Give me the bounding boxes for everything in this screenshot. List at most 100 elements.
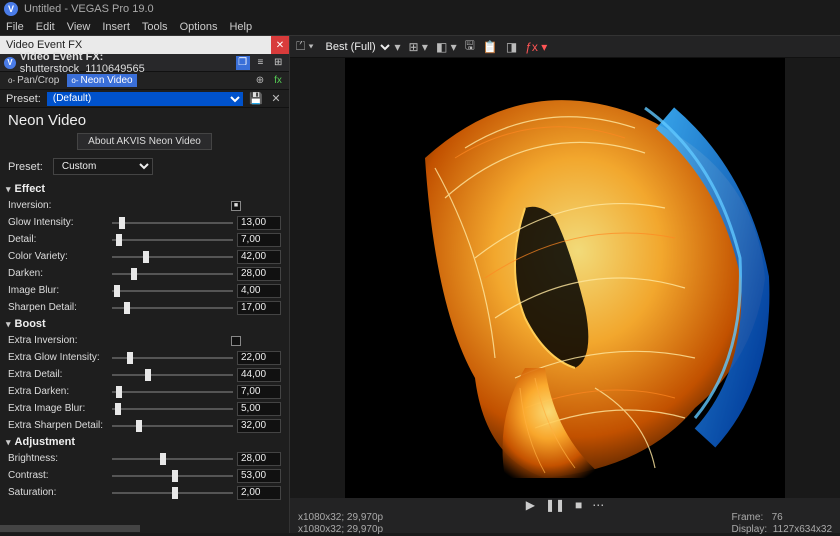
preview-overlay-icon[interactable]: ◧ ▾ xyxy=(436,40,457,54)
param-value-input[interactable] xyxy=(237,301,281,315)
plugin-preset-label: Preset: xyxy=(8,161,43,173)
param-label: Detail: xyxy=(8,234,108,245)
param-slider[interactable] xyxy=(112,234,233,246)
param-checkbox[interactable] xyxy=(231,336,241,346)
preview-statusbar: x1080x32; 29,970p x1080x32; 29,970p Fram… xyxy=(290,512,840,536)
fx-logo-icon: V xyxy=(4,57,16,69)
group-header-boost[interactable]: Boost xyxy=(0,316,289,332)
preset-select[interactable]: (Default) xyxy=(47,92,243,106)
preview-canvas xyxy=(290,58,840,498)
preview-fx-icon[interactable]: ƒx ▾ xyxy=(525,40,547,54)
param-label: Brightness: xyxy=(8,453,108,464)
param-value-input[interactable] xyxy=(237,452,281,466)
param-label: Extra Glow Intensity: xyxy=(8,352,108,363)
params-list: EffectInversion:Glow Intensity:Detail:Co… xyxy=(0,181,289,501)
param-boost-5: Extra Sharpen Detail: xyxy=(0,417,289,434)
param-value-input[interactable] xyxy=(237,216,281,230)
param-value-input[interactable] xyxy=(237,267,281,281)
param-label: Glow Intensity: xyxy=(8,217,108,228)
preview-image xyxy=(345,58,785,498)
param-effect-2: Detail: xyxy=(0,231,289,248)
param-effect-3: Color Variety: xyxy=(0,248,289,265)
param-value-input[interactable] xyxy=(237,385,281,399)
fx-header-label: Video Event FX: shutterstock_1110649565 xyxy=(20,51,228,75)
menu-tools[interactable]: Tools xyxy=(142,21,168,33)
chain-neonvideo[interactable]: o-Neon Video xyxy=(67,74,136,87)
param-slider[interactable] xyxy=(112,470,233,482)
menu-view[interactable]: View xyxy=(67,21,91,33)
preview-grid-icon[interactable]: ⊞ ▾ xyxy=(409,40,428,54)
param-value-input[interactable] xyxy=(237,402,281,416)
group-header-effect[interactable]: Effect xyxy=(0,181,289,197)
fx-menu-icon[interactable]: ≡ xyxy=(254,56,268,70)
param-slider[interactable] xyxy=(112,403,233,415)
stop-icon[interactable]: ■ xyxy=(575,498,582,512)
menu-options[interactable]: Options xyxy=(180,21,218,33)
param-label: Extra Image Blur: xyxy=(8,403,108,414)
param-slider[interactable] xyxy=(112,352,233,364)
param-effect-5: Image Blur: xyxy=(0,282,289,299)
preview-split-icon[interactable]: ◨ xyxy=(506,40,517,54)
app-logo-icon: V xyxy=(4,2,18,16)
param-value-input[interactable] xyxy=(237,368,281,382)
param-boost-3: Extra Darken: xyxy=(0,383,289,400)
v-scrollbar[interactable] xyxy=(279,36,289,523)
preset-label: Preset: xyxy=(6,93,41,105)
menu-edit[interactable]: Edit xyxy=(36,21,55,33)
pause-icon[interactable]: ❚❚ xyxy=(545,498,565,512)
param-adjustment-1: Contrast: xyxy=(0,467,289,484)
playback-more-icon[interactable]: ⋯ xyxy=(592,498,604,512)
about-button[interactable]: About AKVIS Neon Video xyxy=(77,133,212,150)
menu-insert[interactable]: Insert xyxy=(102,21,130,33)
preview-save-icon[interactable]: 🖫 xyxy=(465,36,475,57)
param-boost-0: Extra Inversion: xyxy=(0,332,289,349)
playback-controls: ▶ ❚❚ ■ ⋯ xyxy=(290,498,840,512)
preset-save-icon[interactable]: 💾 xyxy=(249,92,263,106)
chain-add-icon[interactable]: ⊕ xyxy=(253,74,267,88)
group-header-adjustment[interactable]: Adjustment xyxy=(0,434,289,450)
preview-clipboard-icon[interactable]: 📋 xyxy=(483,40,498,54)
param-slider[interactable] xyxy=(112,487,233,499)
fx-chain-row: o-Pan/Crop o-Neon Video ⊕ fx xyxy=(0,72,289,90)
menubar: File Edit View Insert Tools Options Help xyxy=(0,18,840,36)
param-label: Color Variety: xyxy=(8,251,108,262)
param-checkbox[interactable] xyxy=(231,201,241,211)
param-slider[interactable] xyxy=(112,369,233,381)
h-scrollbar[interactable] xyxy=(0,523,279,533)
param-value-input[interactable] xyxy=(237,284,281,298)
param-label: Darken: xyxy=(8,268,108,279)
param-slider[interactable] xyxy=(112,285,233,297)
param-label: Extra Inversion: xyxy=(8,335,108,346)
param-slider[interactable] xyxy=(112,217,233,229)
status-right: Frame: 76 Display: 1127x634x32 xyxy=(732,512,832,536)
video-event-fx-panel: Video Event FX ✕ V Video Event FX: shutt… xyxy=(0,36,290,533)
preview-external-icon[interactable]: ⏍ ▾ xyxy=(296,39,314,54)
param-value-input[interactable] xyxy=(237,486,281,500)
menu-file[interactable]: File xyxy=(6,21,24,33)
param-value-input[interactable] xyxy=(237,351,281,365)
param-slider[interactable] xyxy=(112,386,233,398)
plugin-title: Neon Video xyxy=(0,108,289,131)
param-value-input[interactable] xyxy=(237,233,281,247)
param-slider[interactable] xyxy=(112,420,233,432)
param-label: Sharpen Detail: xyxy=(8,302,108,313)
param-slider[interactable] xyxy=(112,453,233,465)
param-value-input[interactable] xyxy=(237,419,281,433)
preset-row: Preset: (Default) 💾 ✕ xyxy=(0,90,289,108)
param-slider[interactable] xyxy=(112,302,233,314)
chevron-down-icon xyxy=(6,318,11,330)
play-icon[interactable]: ▶ xyxy=(526,498,535,512)
chain-pancrop[interactable]: o-Pan/Crop xyxy=(4,74,63,87)
preview-quality-select[interactable]: Best (Full) ▾ xyxy=(322,40,401,54)
menu-help[interactable]: Help xyxy=(229,21,252,33)
plugin-preset-row: Preset: Custom xyxy=(0,156,289,181)
param-value-input[interactable] xyxy=(237,469,281,483)
plugin-preset-select[interactable]: Custom xyxy=(53,158,153,175)
chevron-down-icon xyxy=(6,436,11,448)
param-slider[interactable] xyxy=(112,268,233,280)
param-value-input[interactable] xyxy=(237,250,281,264)
param-slider[interactable] xyxy=(112,251,233,263)
fx-bypass-toggle[interactable]: ❐ xyxy=(236,56,250,70)
param-adjustment-0: Brightness: xyxy=(0,450,289,467)
chevron-down-icon xyxy=(6,183,11,195)
